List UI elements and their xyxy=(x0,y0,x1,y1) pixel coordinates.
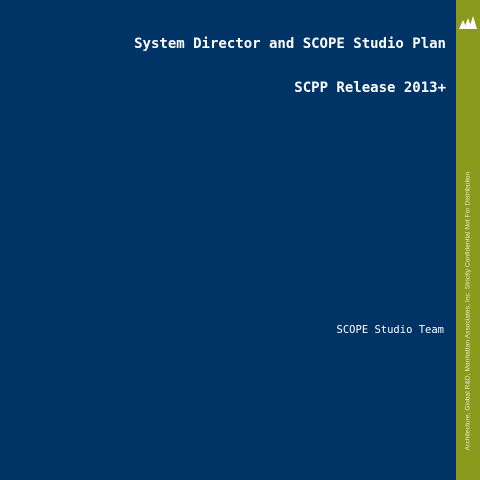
slide-title: System Director and SCOPE Studio Plan xyxy=(134,36,446,52)
slide-subtitle: SCPP Release 2013+ xyxy=(294,80,446,96)
confidentiality-notice: Architecture, Global R&D, Manhattan Asso… xyxy=(464,171,472,451)
triangles-logo-icon xyxy=(459,16,477,29)
brand-sidebar: Architecture, Global R&D, Manhattan Asso… xyxy=(456,0,480,480)
team-name: SCOPE Studio Team xyxy=(336,324,444,336)
title-slide: System Director and SCOPE Studio Plan SC… xyxy=(0,0,480,480)
